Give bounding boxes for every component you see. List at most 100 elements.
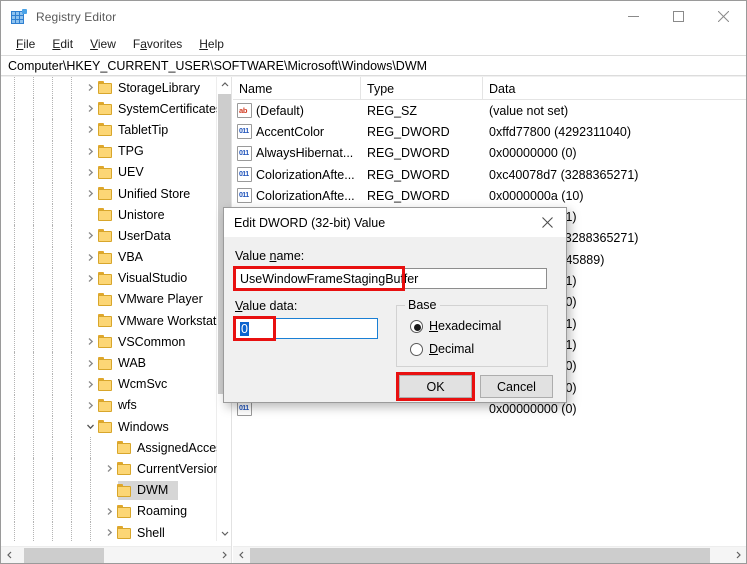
radio-hexadecimal-indicator[interactable]: [410, 319, 423, 333]
tree-guide-line: [90, 437, 91, 459]
column-header-type[interactable]: Type: [361, 77, 483, 100]
column-header-name[interactable]: Name: [233, 77, 361, 100]
chevron-right-icon[interactable]: [83, 122, 98, 137]
scroll-up-icon[interactable]: [217, 77, 231, 93]
tree-item-vmware-player[interactable]: VMware Player: [1, 288, 217, 311]
tree-horizontal-scrollbar[interactable]: [1, 546, 231, 564]
table-row[interactable]: 011 AccentColor REG_DWORD 0xffd77800 (42923…: [233, 121, 746, 142]
list-horizontal-scrollbar[interactable]: [233, 546, 746, 563]
close-button[interactable]: [701, 1, 746, 32]
tree-item-storagelibrary[interactable]: StorageLibrary: [1, 77, 217, 99]
tree-item-wab[interactable]: WAB: [1, 352, 217, 374]
tree-item-vba[interactable]: VBA: [1, 246, 217, 268]
folder-icon: [117, 504, 132, 518]
chevron-right-icon[interactable]: [83, 144, 98, 159]
tree-item-unified-store[interactable]: Unified Store: [1, 182, 217, 205]
address-bar[interactable]: Computer\HKEY_CURRENT_USER\SOFTWARE\Micr…: [1, 55, 746, 76]
chevron-right-icon[interactable]: [83, 271, 98, 286]
scroll-right-icon[interactable]: [215, 547, 231, 564]
value-name-cell: ab (Default): [233, 103, 361, 119]
chevron-right-icon[interactable]: [83, 334, 98, 349]
tree-guide-line: [71, 267, 72, 289]
table-row[interactable]: ab (Default) REG_SZ (value not set): [233, 100, 746, 121]
folder-icon: [98, 377, 113, 391]
tree-guide-line: [52, 310, 53, 332]
scroll-left-icon[interactable]: [1, 547, 18, 564]
chevron-right-icon[interactable]: [83, 165, 98, 180]
value-icon-text: 011: [239, 405, 249, 413]
table-row[interactable]: 011 ColorizationAfte... REG_DWORD 0x0000000…: [233, 185, 746, 206]
value-data-input[interactable]: 0: [235, 318, 378, 339]
menu-item-edit[interactable]: Edit: [44, 35, 82, 53]
folder-icon: [98, 292, 113, 306]
tree-guide-line: [52, 331, 53, 353]
chevron-right-icon[interactable]: [83, 398, 98, 413]
chevron-right-icon[interactable]: [102, 504, 117, 519]
tree-guide-line: [14, 77, 15, 99]
menu-item-view[interactable]: View: [82, 35, 125, 53]
column-header-data[interactable]: Data: [483, 77, 746, 100]
tree-item-vscommon[interactable]: VSCommon: [1, 331, 217, 353]
chevron-right-icon[interactable]: [83, 377, 98, 392]
chevron-right-icon[interactable]: [83, 186, 98, 201]
chevron-right-icon[interactable]: [83, 80, 98, 95]
tree-item-assignedaccessc[interactable]: AssignedAccessC: [1, 437, 217, 459]
menu-bar: File Edit View Favorites Help: [1, 32, 746, 55]
scroll-right-icon[interactable]: [729, 547, 746, 564]
tree-item-currentversion[interactable]: CurrentVersion: [1, 458, 217, 480]
menu-item-favorites[interactable]: Favorites: [125, 35, 191, 53]
tree-item-wcmsvc[interactable]: WcmSvc: [1, 373, 217, 395]
ok-button[interactable]: OK: [399, 375, 472, 398]
menu-item-file[interactable]: File: [8, 35, 44, 53]
maximize-button[interactable]: [656, 1, 701, 32]
tree-item-wfs[interactable]: wfs: [1, 394, 217, 416]
tree-guide-line: [14, 225, 15, 247]
tree-item-systemcertificates[interactable]: SystemCertificates: [1, 98, 217, 120]
tree-guide-line: [33, 182, 34, 205]
scroll-down-icon[interactable]: [217, 525, 231, 541]
dialog-close-button[interactable]: [528, 208, 566, 237]
value-name-label-text: Value name:: [235, 249, 305, 263]
tree-item-roaming[interactable]: Roaming: [1, 500, 217, 522]
chevron-right-icon[interactable]: [102, 461, 117, 476]
chevron-right-icon[interactable]: [83, 101, 98, 116]
chevron-right-icon[interactable]: [83, 228, 98, 243]
scroll-left-icon[interactable]: [233, 547, 250, 564]
reg-dword-icon: 011: [237, 124, 252, 140]
list-hscroll-thumb[interactable]: [250, 547, 710, 563]
menu-item-help[interactable]: Help: [191, 35, 233, 53]
tree-item-unistore[interactable]: Unistore: [1, 204, 217, 226]
tree-hscroll-track[interactable]: [18, 547, 215, 564]
tree-guide-line: [33, 437, 34, 459]
tree-item-shell[interactable]: Shell: [1, 521, 217, 541]
cancel-button[interactable]: Cancel: [480, 375, 553, 398]
value-name-cell: 011 AccentColor: [233, 124, 361, 140]
tree-item-uev[interactable]: UEV: [1, 161, 217, 183]
tree-guide-line: [33, 331, 34, 353]
tree-guide-line: [71, 119, 72, 141]
tree-guide-line: [14, 119, 15, 141]
tree-item-tpg[interactable]: TPG: [1, 140, 217, 162]
chevron-right-icon[interactable]: [102, 525, 117, 540]
table-row[interactable]: 011 AlwaysHibernat... REG_DWORD 0x00000000 …: [233, 143, 746, 164]
minimize-button[interactable]: [611, 1, 656, 32]
chevron-right-icon[interactable]: [83, 356, 98, 371]
radio-hexadecimal[interactable]: Hexadecimal: [410, 319, 501, 333]
folder-icon: [98, 229, 113, 243]
chevron-down-icon[interactable]: [83, 419, 98, 434]
table-row[interactable]: 011 ColorizationAfte... REG_DWORD 0xc40078d…: [233, 164, 746, 185]
list-hscroll-track[interactable]: [250, 547, 729, 564]
tree-guide-line: [71, 373, 72, 395]
value-name-input[interactable]: UseWindowFrameStagingBuffer: [235, 268, 547, 289]
tree-hscroll-thumb[interactable]: [24, 547, 104, 563]
tree-item-windows[interactable]: Windows: [1, 416, 217, 438]
tree-item-dwm[interactable]: DWM: [1, 479, 217, 501]
tree-item-tablettip[interactable]: TabletTip: [1, 119, 217, 141]
radio-decimal[interactable]: Decimal: [410, 342, 474, 356]
tree-guide-line: [52, 182, 53, 205]
radio-decimal-indicator[interactable]: [410, 342, 423, 356]
tree-item-visualstudio[interactable]: VisualStudio: [1, 267, 217, 289]
tree-item-vmware-workstation[interactable]: VMware Workstation: [1, 310, 217, 332]
chevron-right-icon[interactable]: [83, 250, 98, 265]
tree-item-userdata[interactable]: UserData: [1, 225, 217, 247]
